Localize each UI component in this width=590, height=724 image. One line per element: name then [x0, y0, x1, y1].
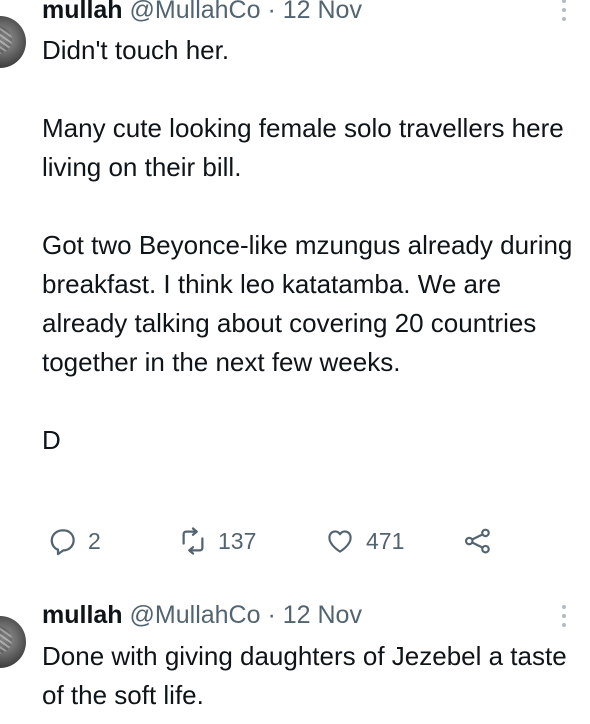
more-icon [562, 0, 566, 3]
share-icon [464, 528, 490, 554]
like-count: 471 [366, 528, 405, 554]
avatar[interactable] [0, 16, 26, 68]
tweet-paragraph: Many cute looking female solo travellers… [42, 113, 564, 182]
author-handle[interactable]: @MullahCo [130, 0, 261, 24]
reply-count: 2 [88, 528, 101, 554]
reply-icon [50, 529, 75, 556]
retweet-count: 137 [218, 528, 257, 554]
more-options-button[interactable] [556, 0, 572, 21]
retweet-icon [182, 527, 204, 555]
author-name[interactable]: mullah [42, 0, 123, 24]
like-button[interactable]: 471 [324, 526, 404, 556]
tweet-header: mullah @MullahCo · 12 Nov [42, 0, 362, 24]
tweet-1[interactable]: mullah @MullahCo · 12 Nov Didn't touch h… [0, 0, 590, 580]
tweet-header: mullah @MullahCo · 12 Nov [42, 601, 362, 629]
tweet-2[interactable]: mullah @MullahCo · 12 Nov Done with givi… [0, 580, 590, 724]
author-handle[interactable]: @MullahCo [130, 601, 261, 629]
separator-dot: · [267, 0, 276, 24]
author-name[interactable]: mullah [42, 601, 123, 629]
tweet-paragraph: Didn't touch her. [42, 35, 230, 65]
avatar[interactable] [0, 616, 26, 668]
tweet-actions: 2 137 471 [42, 526, 562, 556]
reply-button[interactable]: 2 [48, 526, 101, 556]
retweet-button[interactable]: 137 [178, 526, 256, 556]
tweet-date[interactable]: 12 Nov [283, 0, 362, 24]
tweet-paragraph: Got two Beyonce-like mzungus already dur… [42, 230, 573, 377]
more-options-button[interactable] [556, 605, 572, 627]
tweet-text: Done with giving daughters of Jezebel a … [42, 637, 587, 715]
tweet-paragraph: Done with giving daughters of Jezebel a … [42, 641, 567, 710]
share-button[interactable] [462, 526, 494, 556]
heart-icon [328, 530, 352, 553]
tweet-date[interactable]: 12 Nov [283, 601, 362, 629]
separator-dot: · [267, 601, 276, 629]
tweet-paragraph: D [42, 425, 61, 455]
tweet-text: Didn't touch her. Many cute looking fema… [42, 31, 587, 460]
more-icon [562, 605, 566, 609]
